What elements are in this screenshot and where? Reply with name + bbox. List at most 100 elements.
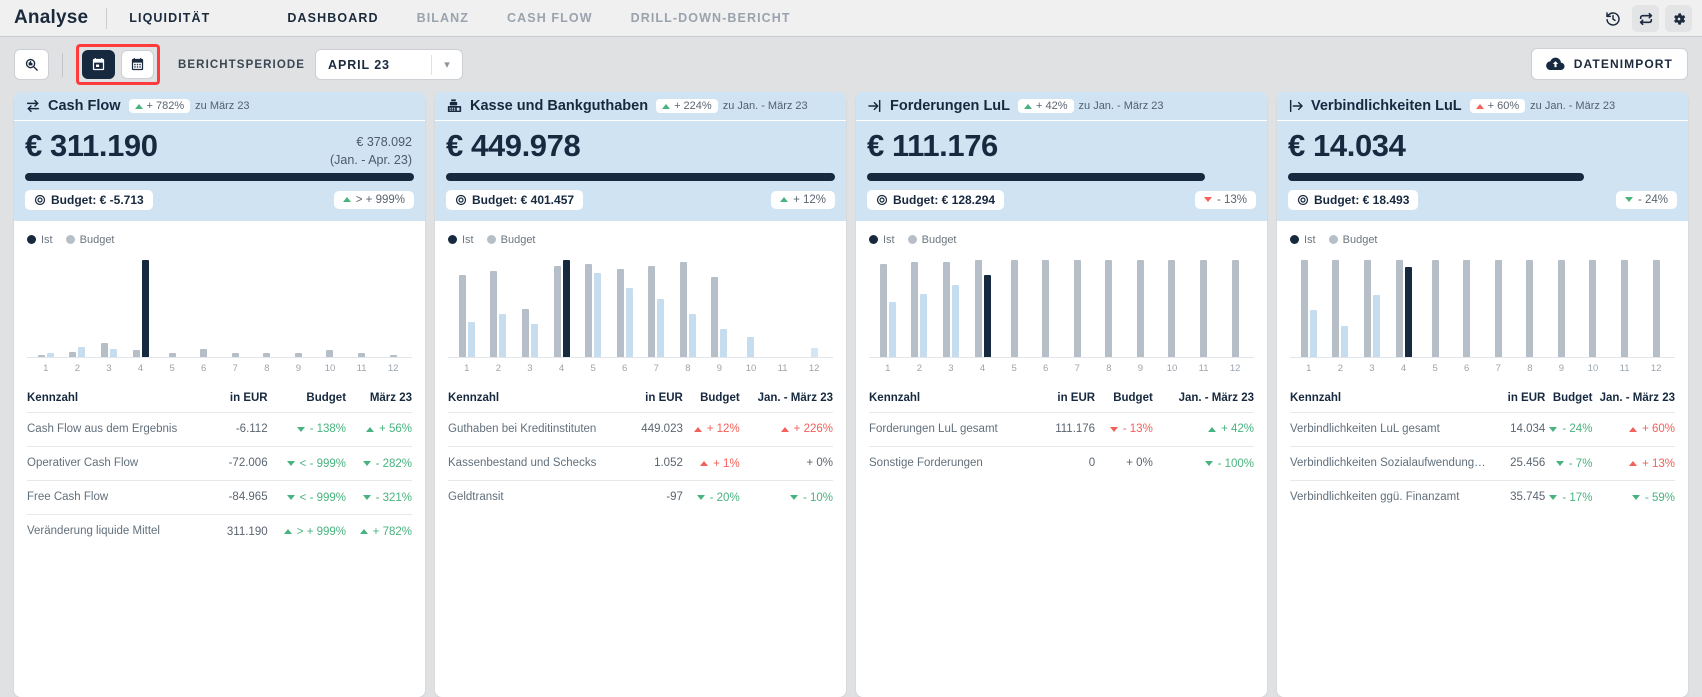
col-kennzahl: Kennzahl	[1290, 391, 1342, 404]
bar-plot	[1290, 252, 1675, 358]
table-row: Sonstige Forderungen 0 + 0% - 100%	[869, 445, 1254, 480]
row-eur: 14.034	[1504, 411, 1546, 447]
datenimport-label: DATENIMPORT	[1573, 57, 1673, 71]
tab-cash-flow[interactable]: CASH FLOW	[507, 11, 593, 25]
bar-ist	[920, 293, 928, 357]
kpi-table: Kennzahl in EUR Budget März 23 Cash Flow aus…	[14, 378, 425, 549]
x-tick: 11	[777, 362, 788, 374]
toolbar-right: DATENIMPORT	[1530, 48, 1688, 80]
bar-ist	[1404, 266, 1412, 357]
row-budget: - 13%	[1095, 411, 1153, 447]
col-budget: Budget	[306, 391, 347, 404]
bar-group	[451, 252, 483, 357]
bar-budget	[294, 353, 302, 357]
budget-delta-badge: > + 999%	[333, 190, 414, 209]
header-delta-badge: + 60%	[1469, 99, 1526, 113]
col-comparison: Jan. - März 23	[1178, 391, 1254, 404]
bar-budget	[1168, 259, 1176, 357]
bar-ist	[109, 348, 117, 357]
bar-budget	[200, 348, 208, 357]
bar-ist	[1309, 310, 1317, 357]
x-tick: 12	[808, 362, 820, 374]
x-tick: 10	[1587, 362, 1599, 374]
search-zoom-icon[interactable]	[14, 49, 49, 80]
bar-group	[1030, 252, 1062, 357]
bar-budget	[1589, 259, 1597, 357]
tab-dashboard[interactable]: DASHBOARD	[287, 11, 378, 25]
header-delta-badge: + 224%	[656, 99, 718, 113]
budget-row: Budget: € 128.294 - 13%	[867, 189, 1256, 210]
row-kennzahl: Verbindlichkeiten ggü. Finanzamt	[1290, 479, 1505, 515]
card-summary: € 111.176 Budget: € 128.294 - 13%	[856, 121, 1267, 221]
row-comparison: + 782%	[346, 514, 412, 549]
x-tick: 2	[916, 362, 923, 374]
row-comparison: - 59%	[1592, 479, 1675, 515]
col-comparison: Jan. - März 23	[1599, 391, 1675, 404]
row-budget: - 138%	[267, 411, 347, 447]
budget-row: Budget: € 401.457 + 12%	[446, 189, 835, 210]
trend-up-icon	[1475, 103, 1484, 109]
calendar-grid-icon[interactable]	[121, 50, 154, 79]
x-tick: 1	[1306, 362, 1312, 374]
header-delta-note: zu Jan. - März 23	[1078, 100, 1164, 112]
tab-bilanz[interactable]: BILANZ	[417, 11, 469, 25]
legend-budget: Budget	[1328, 234, 1378, 246]
trend-down-icon	[362, 461, 371, 467]
bar-budget	[1136, 259, 1144, 357]
bar-ist	[720, 328, 728, 357]
bar-budget	[679, 262, 687, 357]
tab-drill-down-bericht[interactable]: DRILL-DOWN-BERICHT	[631, 11, 791, 25]
bar-budget	[231, 353, 239, 357]
module-name[interactable]: LIQUIDITÄT	[107, 11, 232, 25]
period-select[interactable]: APRIL 23 ▾	[315, 49, 464, 80]
bar-plot	[869, 252, 1254, 358]
row-budget: < - 999%	[267, 445, 347, 481]
bar-budget	[911, 262, 919, 357]
gear-icon[interactable]	[1665, 5, 1692, 32]
bar-budget	[37, 355, 45, 357]
budget-delta-value: > + 999%	[355, 193, 405, 206]
x-tick: 5	[1432, 362, 1438, 374]
x-tick: 4	[1400, 362, 1407, 374]
refresh-icon[interactable]	[1632, 5, 1659, 32]
budget-badge: Budget: € -5.713	[25, 189, 153, 210]
x-tick: 3	[527, 362, 533, 374]
bar-ist	[467, 322, 475, 357]
bar-group	[1640, 252, 1672, 357]
row-comparison: - 10%	[739, 479, 833, 515]
datenimport-button[interactable]: DATENIMPORT	[1530, 48, 1688, 80]
table-header-row: Kennzahl in EUR Budget Jan. - März 23	[1290, 392, 1675, 413]
x-tick: 3	[948, 362, 954, 374]
card-top: Verbindlichkeiten LuL + 60% zu Jan. - März…	[1277, 92, 1688, 221]
trend-down-icon	[286, 461, 295, 467]
arrow-out-bracket-icon	[1288, 98, 1304, 114]
x-tick: 8	[685, 362, 691, 374]
kpi-table: Kennzahl in EUR Budget Jan. - März 23 Verbin…	[1277, 378, 1688, 515]
bar-group	[1325, 252, 1357, 357]
row-comparison: + 42%	[1152, 411, 1254, 447]
trend-up-icon	[700, 461, 709, 467]
x-tick: 6	[622, 362, 628, 374]
table-row: Cash Flow aus dem Ergebnis -6.112- 138% + …	[27, 411, 412, 447]
progress-track	[867, 172, 1256, 181]
x-tick: 2	[1337, 362, 1344, 374]
chart-legend: Ist Budget	[869, 234, 1254, 246]
bar-group	[1219, 252, 1251, 357]
secondary-value-amount: € 378.092	[356, 135, 412, 149]
bar-group	[1156, 252, 1188, 357]
history-icon[interactable]	[1599, 5, 1626, 32]
bar-ist	[499, 313, 507, 357]
calendar-day-icon[interactable]	[82, 50, 115, 79]
header-delta-badge: + 42%	[1018, 99, 1074, 113]
bar-group	[735, 252, 767, 357]
chart-legend: Ist Budget	[27, 234, 412, 246]
bar-group	[640, 252, 672, 357]
legend-budget: Budget	[486, 234, 536, 246]
budget-row: Budget: € 18.493 - 24%	[1288, 189, 1677, 210]
bar-budget	[879, 264, 887, 357]
toolbar: BERICHTSPERIODE APRIL 23 ▾ DATENIMPORT	[0, 37, 1702, 92]
x-tick: 8	[1106, 362, 1112, 374]
card-grid: Cash Flow + 782% zu März 23 € 311.190 € 378.…	[0, 92, 1702, 697]
row-budget: < - 999%	[267, 479, 347, 515]
legend-ist: Ist	[869, 234, 895, 246]
